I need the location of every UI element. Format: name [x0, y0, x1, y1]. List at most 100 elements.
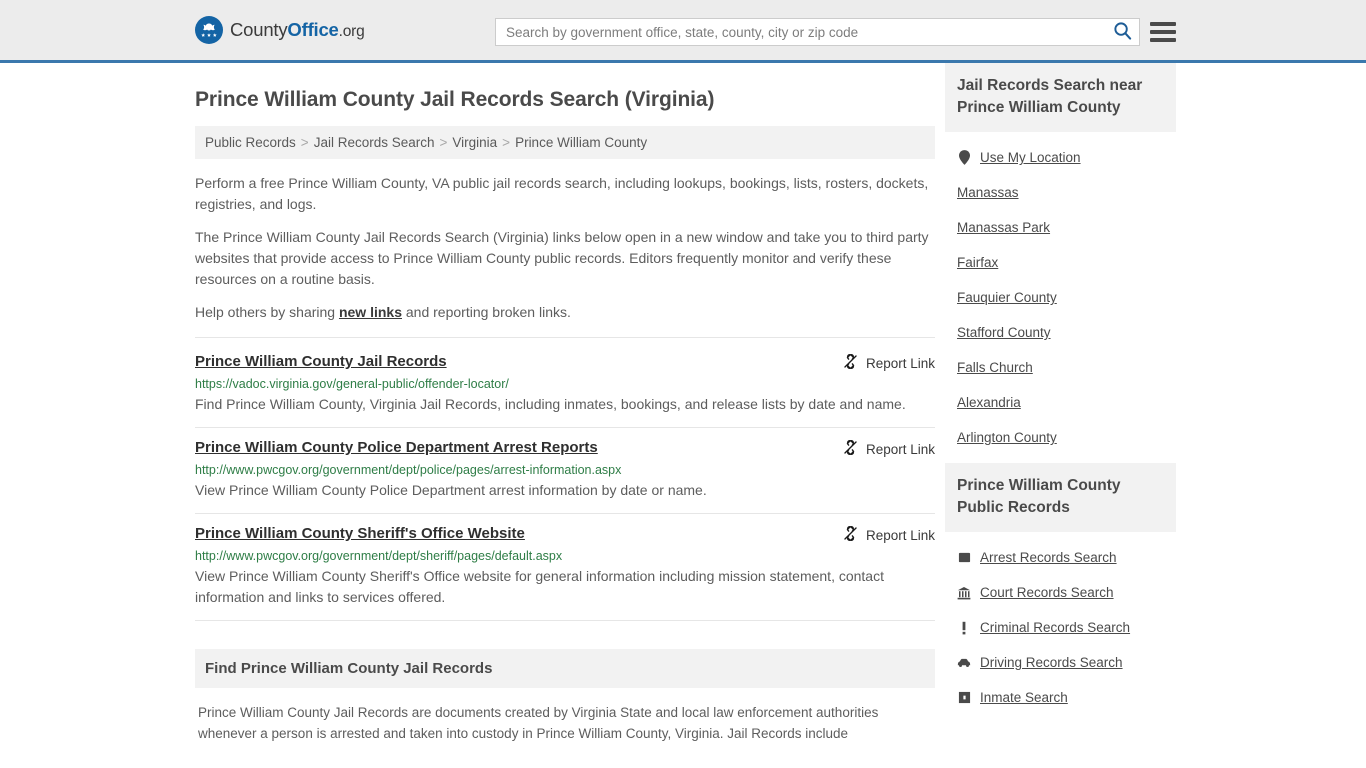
report-link-button[interactable]: Report Link	[842, 353, 935, 373]
breadcrumb-separator: >	[502, 135, 511, 150]
sidebar-item-label: Inmate Search	[980, 690, 1068, 705]
sidebar-item-manassas[interactable]: Manassas	[945, 175, 1176, 210]
breadcrumb-separator: >	[439, 135, 448, 150]
report-link-button[interactable]: Report Link	[842, 439, 935, 459]
list-item: Manassas	[945, 175, 1176, 210]
site-logo-text: CountyOffice.org	[230, 19, 365, 41]
intro-paragraph-2: The Prince William County Jail Records S…	[195, 229, 929, 287]
sidebar-item-alexandria[interactable]: Alexandria	[945, 385, 1176, 420]
broken-link-icon	[842, 439, 859, 459]
sidebar-item-label: Alexandria	[957, 395, 1021, 410]
list-item: Falls Church	[945, 350, 1176, 385]
map-pin-icon	[957, 150, 971, 165]
search-input[interactable]	[496, 19, 1105, 45]
sidebar-item-use-my-location[interactable]: Use My Location	[945, 140, 1176, 175]
courthouse-icon	[957, 585, 971, 600]
sidebar-item-label: Manassas	[957, 185, 1019, 200]
hamburger-menu-icon-bar	[1150, 38, 1176, 42]
sidebar-item-stafford-county[interactable]: Stafford County	[945, 315, 1176, 350]
sidebar-item-arlington-county[interactable]: Arlington County	[945, 420, 1176, 455]
jail-door-icon	[957, 690, 971, 705]
search-button[interactable]	[1105, 19, 1139, 45]
sidebar-item-label: Use My Location	[980, 150, 1081, 165]
list-item: Fairfax	[945, 245, 1176, 280]
hamburger-menu-button[interactable]	[1150, 19, 1176, 45]
page-container: Prince William County Jail Records Searc…	[0, 63, 1366, 744]
public-records-list: Arrest Records Search Court Records Sear…	[945, 532, 1176, 715]
breadcrumb-item-jail-records-search[interactable]: Jail Records Search	[314, 135, 435, 150]
search-bar[interactable]	[495, 18, 1140, 46]
list-item: Use My Location	[945, 140, 1176, 175]
sidebar-item-label: Arlington County	[957, 430, 1057, 445]
nearby-searches-list: Use My Location Manassas Manassas Park F…	[945, 132, 1176, 455]
sidebar-item-manassas-park[interactable]: Manassas Park	[945, 210, 1176, 245]
find-records-heading: Find Prince William County Jail Records	[195, 649, 935, 688]
list-item: Criminal Records Search	[945, 610, 1176, 645]
intro-p3-after: and reporting broken links.	[402, 304, 571, 320]
results-list: Prince William County Jail Records Repor…	[195, 337, 935, 621]
brand-part-county: County	[230, 19, 288, 40]
sidebar-item-driving-records-search[interactable]: Driving Records Search	[945, 645, 1176, 680]
main-content: Prince William County Jail Records Searc…	[195, 63, 935, 744]
list-item: Driving Records Search	[945, 645, 1176, 680]
result-item: Prince William County Sheriff's Office W…	[195, 514, 935, 621]
sidebar-item-label: Arrest Records Search	[980, 550, 1117, 565]
list-item: Stafford County	[945, 315, 1176, 350]
list-item: Court Records Search	[945, 575, 1176, 610]
sidebar-item-fairfax[interactable]: Fairfax	[945, 245, 1176, 280]
result-item: Prince William County Police Department …	[195, 428, 935, 514]
sidebar-item-label: Fairfax	[957, 255, 999, 270]
new-links-link[interactable]: new links	[339, 304, 402, 320]
brand-part-tld: .org	[338, 23, 365, 40]
find-records-section: Find Prince William County Jail Records …	[195, 649, 935, 744]
report-link-label: Report Link	[865, 441, 935, 457]
fingerprint-icon	[957, 550, 971, 565]
search-icon	[1113, 21, 1132, 43]
list-item: Manassas Park	[945, 210, 1176, 245]
public-records-heading: Prince William County Public Records	[945, 463, 1176, 532]
list-item: Arlington County	[945, 420, 1176, 455]
sidebar-item-label: Stafford County	[957, 325, 1051, 340]
sidebar-item-label: Court Records Search	[980, 585, 1114, 600]
report-link-label: Report Link	[865, 527, 935, 543]
sidebar-item-arrest-records-search[interactable]: Arrest Records Search	[945, 540, 1176, 575]
intro-paragraph-3: Help others by sharing new links and rep…	[195, 302, 935, 323]
breadcrumb: Public Records > Jail Records Search > Virgi…	[195, 126, 935, 159]
result-url: http://www.pwcgov.org/government/dept/po…	[195, 463, 622, 477]
sidebar: Jail Records Search near Prince William …	[945, 63, 1176, 744]
result-url: http://www.pwcgov.org/government/dept/sh…	[195, 549, 563, 563]
page-title: Prince William County Jail Records Searc…	[195, 88, 715, 111]
nearby-searches-panel: Jail Records Search near Prince William …	[945, 63, 1176, 455]
result-title-link[interactable]: Prince William County Sheriff's Office W…	[195, 524, 525, 544]
result-url: https://vadoc.virginia.gov/general-publi…	[195, 377, 509, 391]
list-item: Inmate Search	[945, 680, 1176, 715]
report-link-button[interactable]: Report Link	[842, 525, 935, 545]
result-header: Prince William County Police Department …	[195, 438, 935, 459]
breadcrumb-item-public-records[interactable]: Public Records	[205, 135, 296, 150]
site-logo[interactable]: CountyOffice.org	[195, 16, 365, 44]
result-item: Prince William County Jail Records Repor…	[195, 337, 935, 428]
find-records-body: Prince William County Jail Records are d…	[198, 705, 879, 741]
sidebar-item-label: Manassas Park	[957, 220, 1051, 235]
list-item: Alexandria	[945, 385, 1176, 420]
sidebar-item-fauquier-county[interactable]: Fauquier County	[945, 280, 1176, 315]
sidebar-item-label: Driving Records Search	[980, 655, 1123, 670]
result-title-link[interactable]: Prince William County Jail Records	[195, 352, 447, 372]
sidebar-item-label: Fauquier County	[957, 290, 1057, 305]
breadcrumb-item-prince-william-county[interactable]: Prince William County	[515, 135, 647, 150]
car-icon	[957, 655, 971, 670]
result-description: Find Prince William County, Virginia Jai…	[195, 396, 906, 412]
sidebar-item-inmate-search[interactable]: Inmate Search	[945, 680, 1176, 715]
public-records-panel: Prince William County Public Records Arr…	[945, 463, 1176, 715]
sidebar-item-falls-church[interactable]: Falls Church	[945, 350, 1176, 385]
intro-p3-before: Help others by sharing	[195, 304, 339, 320]
result-description: View Prince William County Police Depart…	[195, 482, 707, 498]
result-title-link[interactable]: Prince William County Police Department …	[195, 438, 598, 458]
sidebar-item-criminal-records-search[interactable]: Criminal Records Search	[945, 610, 1176, 645]
intro-text: Perform a free Prince William County, VA…	[195, 173, 935, 323]
sidebar-item-court-records-search[interactable]: Court Records Search	[945, 575, 1176, 610]
site-header: CountyOffice.org	[0, 0, 1366, 63]
breadcrumb-separator: >	[300, 135, 309, 150]
breadcrumb-item-virginia[interactable]: Virginia	[452, 135, 497, 150]
eagle-stars-logo-icon	[195, 16, 223, 44]
